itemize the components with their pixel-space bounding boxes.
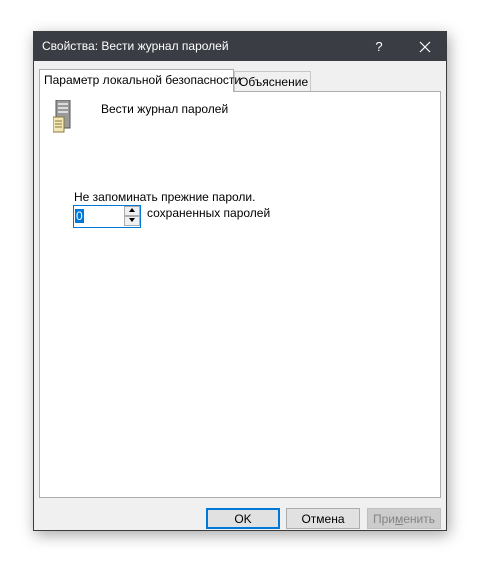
properties-dialog: Свойства: Вести журнал паролей ? Парамет… [33,31,447,531]
apply-label-prefix: При [372,511,395,526]
triangle-down-icon [129,218,135,222]
cancel-button[interactable]: Отмена [286,508,360,529]
ok-button[interactable]: OK [206,508,280,529]
tab-local-security-setting[interactable]: Параметр локальной безопасности [39,69,241,92]
tab-explain[interactable]: Объяснение [234,71,311,91]
help-button[interactable]: ? [358,32,400,61]
apply-label-suffix: енить [403,511,436,526]
setting-description: Не запоминать прежние пароли. [74,190,256,204]
server-icon [53,100,71,133]
password-history-value: 0 [75,209,84,223]
password-history-stepper[interactable]: 0 [73,205,141,228]
tab-panel: Вести журнал паролей Не запоминать прежн… [39,91,441,498]
password-history-input[interactable]: 0 [74,206,123,227]
close-button[interactable] [404,32,446,61]
apply-button[interactable]: При м енить [367,508,441,529]
close-icon [419,41,431,52]
stepper-down-button[interactable] [124,216,140,226]
policy-name: Вести журнал паролей [101,102,229,116]
apply-label-mnemonic: м [395,511,404,526]
title-bar[interactable]: Свойства: Вести журнал паролей ? [34,32,446,61]
triangle-up-icon [129,208,135,212]
dialog-title: Свойства: Вести журнал паролей [42,39,229,53]
setting-unit-label: сохраненных паролей [147,206,271,220]
stepper-up-button[interactable] [124,206,140,216]
